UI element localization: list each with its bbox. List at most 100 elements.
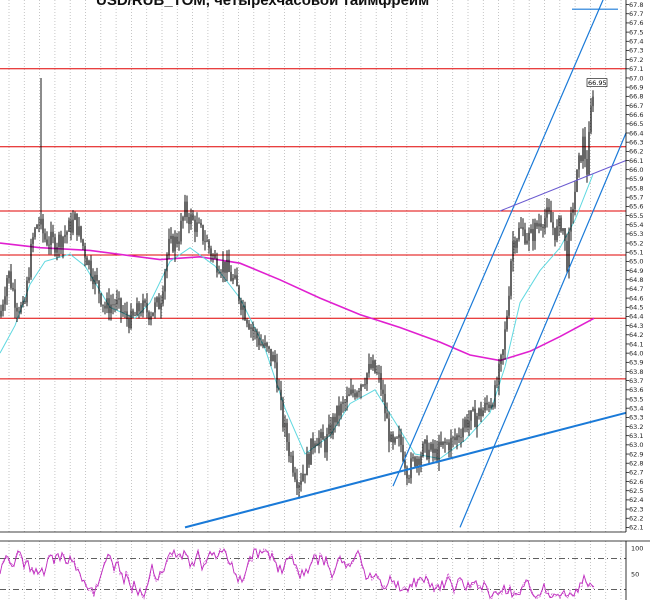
candle-body [150,316,152,320]
candle-body [250,327,252,329]
candle-body [266,342,268,347]
candle-body [282,400,284,428]
candle-body [360,384,362,391]
candle-body [42,218,44,234]
candle-body [100,293,102,305]
candle-body [394,437,396,443]
tick-label: 63.6 [629,386,643,394]
candle-body [566,240,568,271]
candle-body [558,217,560,227]
tick-label: 63.2 [629,423,643,431]
candle-body [304,473,306,476]
candle-body [320,432,322,438]
candle-body [160,303,162,310]
candle-body [498,363,500,385]
candle-body [190,214,192,224]
candle-body [324,439,326,453]
candle-body [202,225,204,241]
tick-label: 65.3 [629,230,643,238]
tick-label: 64.1 [629,340,643,348]
candle-body [478,408,480,417]
candle-body [316,443,318,446]
candle-body [98,280,100,294]
candle-body [36,225,38,229]
candle-body [342,402,344,404]
tick-label: 63.3 [629,414,643,422]
candle-body [280,389,282,401]
candle-body [450,437,452,451]
candle-body [518,227,520,240]
candle-body [54,237,56,253]
candle-body [430,443,432,450]
candle-body [434,448,436,453]
tick-label: 67.4 [629,38,643,46]
candle-body [118,298,120,300]
candle-body [124,311,126,313]
candle-body [132,310,134,316]
candle-body [412,457,414,459]
candle-body [432,443,434,453]
candle-body [74,213,76,220]
tick-label: 65.5 [629,212,643,220]
candle-body [168,238,170,255]
candle-body [4,296,6,305]
candle-body [220,272,222,274]
candle-body [338,405,340,416]
candle-body [92,276,94,285]
candle-body [218,272,220,274]
candle-body [88,260,90,265]
candle-body [86,257,88,266]
candle-body [104,305,106,309]
candle-body [136,303,138,316]
tick-label: 62.4 [629,496,643,504]
candle-body [38,224,40,226]
candle-body [340,403,342,416]
candle-body [234,275,236,279]
candle-body [442,441,444,445]
candle-body [578,155,580,170]
candle-body [354,393,356,397]
candle-body [438,441,440,461]
candle-body [290,455,292,457]
candle-body [148,312,150,320]
tick-label: 62.5 [629,487,643,495]
candle-body [436,448,438,461]
candle-body [142,300,144,314]
candle-body [68,220,70,232]
candle-body [490,404,492,408]
tick-label: 66.3 [629,139,643,147]
candle-body [46,239,48,245]
candle-body [582,136,584,162]
candle-body [214,255,216,259]
candle-body [184,201,186,218]
candle-body [530,229,532,233]
tick-label: 65.9 [629,175,643,183]
candle-body [70,220,72,233]
tick-label: 65.1 [629,249,643,257]
candle-body [314,443,316,448]
candle-body [378,372,380,374]
candle-body [146,302,148,313]
candle-body [286,422,288,442]
candle-body [188,217,190,224]
osc-tick-label: 100 [631,545,643,553]
candle-body [292,455,294,473]
candle-body [464,419,466,428]
candle-body [248,323,250,329]
candle-body [206,240,208,242]
candle-body [554,227,556,241]
candle-body [586,159,588,175]
candle-body [482,410,484,417]
candle-body [520,227,522,229]
tick-label: 66.6 [629,111,643,119]
candle-body [82,239,84,246]
candle-body [590,106,592,132]
tick-label: 66.5 [629,120,643,128]
candle-body [398,434,400,438]
tick-label: 66.8 [629,93,643,101]
candle-body [332,416,334,435]
candle-body [166,254,168,272]
candle-body [374,360,376,373]
candle-body [494,385,496,407]
candle-body [440,441,442,445]
